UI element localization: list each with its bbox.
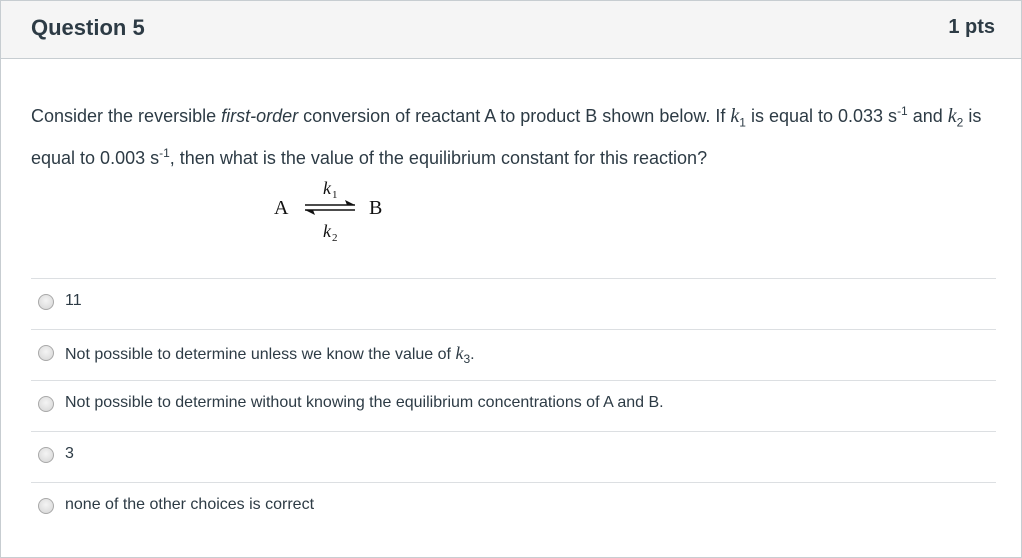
forward-rate-sub: 1 [332, 189, 338, 201]
question-text-part: and [907, 106, 948, 126]
forward-rate-label: k [323, 178, 332, 198]
answer-option[interactable]: Not possible to determine unless we know… [31, 329, 996, 380]
question-text-part: Consider the reversible [31, 106, 222, 126]
radio-button[interactable] [38, 396, 54, 412]
answer-label-text: Not possible to determine unless we know… [65, 346, 456, 363]
answer-label: Not possible to determine without knowin… [65, 394, 664, 411]
reverse-rate-label: k [323, 221, 332, 241]
answer-label: 11 [65, 292, 82, 309]
radio-button[interactable] [38, 345, 54, 361]
radio-button[interactable] [38, 447, 54, 463]
reverse-rate-sub: 2 [332, 232, 338, 244]
answer-option[interactable]: 3 [31, 431, 996, 482]
answer-option[interactable]: 11 [31, 278, 996, 329]
answer-label: none of the other choices is correct [65, 496, 315, 513]
answer-option[interactable]: Not possible to determine without knowin… [31, 380, 996, 431]
question-text-part: conversion of reactant A to product B sh… [298, 106, 731, 126]
unit-exponent: -1 [897, 104, 908, 118]
k1-subscript: 1 [739, 115, 746, 130]
k1-symbol: k [730, 105, 740, 127]
question-text-emphasis: first-order [221, 106, 299, 126]
answer-list: 11 Not possible to determine unless we k… [31, 278, 996, 533]
question-header: Question 5 1 pts [1, 1, 1021, 59]
question-text: Consider the reversible first-order conv… [31, 96, 996, 173]
equilibrium-equation: A B k 1 k 2 [269, 171, 399, 246]
answer-option[interactable]: none of the other choices is correct [31, 482, 996, 533]
reactant-label: A [274, 197, 289, 219]
question-text-part: is equal to 0.033 s [745, 106, 898, 126]
radio-button[interactable] [38, 294, 54, 310]
answer-label-text: . [470, 346, 475, 363]
question-card: Question 5 1 pts Consider the reversible… [0, 0, 1022, 558]
answer-label: 3 [65, 445, 74, 462]
equation-graphic: A B k 1 k 2 [274, 178, 382, 244]
unit-exponent: -1 [159, 145, 170, 160]
product-label: B [369, 197, 382, 219]
answer-label: Not possible to determine unless we know… [65, 343, 475, 366]
k2-symbol: k [947, 105, 957, 127]
question-text-part: , then what is the value of the equilibr… [169, 147, 708, 168]
equilibrium-arrows-icon [305, 200, 355, 215]
question-points: 1 pts [948, 16, 995, 38]
question-title: Question 5 [31, 15, 145, 40]
radio-button[interactable] [38, 498, 54, 514]
